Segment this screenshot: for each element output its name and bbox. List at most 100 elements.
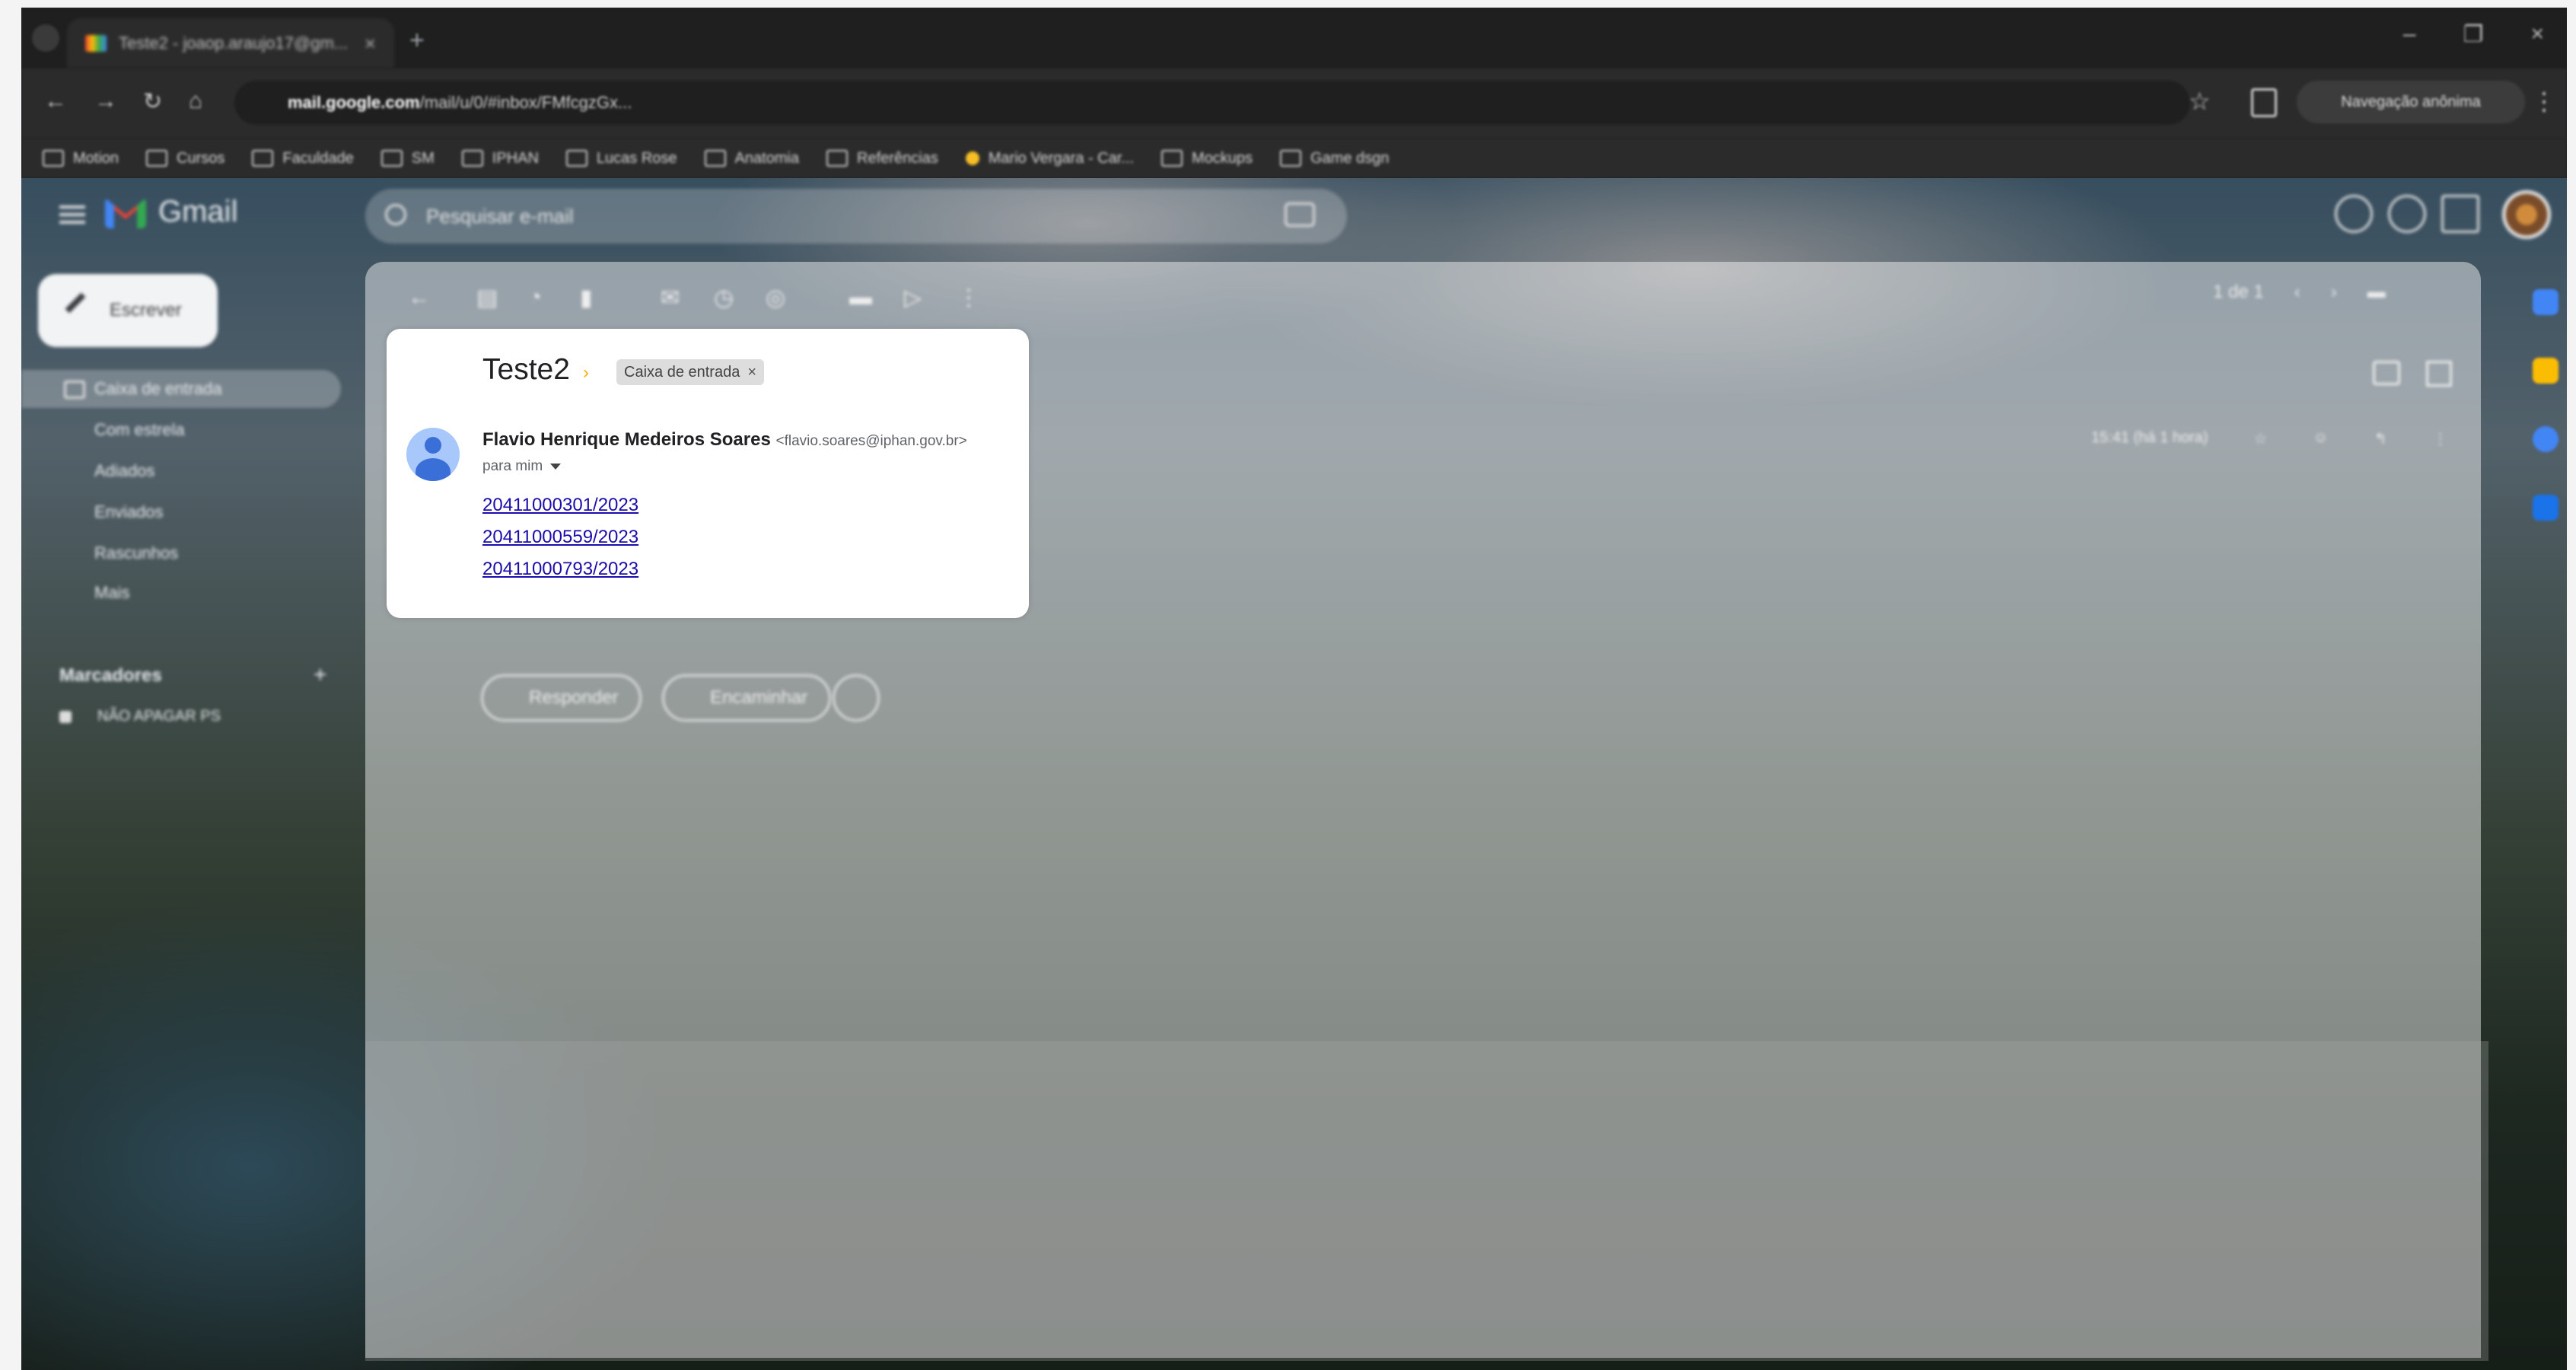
email-link[interactable]: 20411000793/2023 [482,559,638,580]
remove-label-icon[interactable]: × [747,359,756,385]
settings-gear-icon[interactable] [2388,195,2426,233]
search-icon[interactable] [385,204,406,225]
reload-icon[interactable]: ↻ [143,88,162,115]
main-menu-icon[interactable] [59,206,85,224]
search-options-icon[interactable] [1285,202,1315,227]
label-icon[interactable]: ▷ [904,285,922,311]
browser-tab[interactable]: Teste2 - joaop.araujo17@gm... × [67,18,394,68]
bookmark-item[interactable]: Mockups [1161,150,1253,167]
bookmark-item[interactable]: Anatomia [704,150,799,167]
message-more-icon[interactable]: ⋮ [2433,429,2448,448]
back-to-inbox-icon[interactable]: ← [408,285,431,311]
bookmark-label: Mockups [1191,149,1253,167]
new-tab-button[interactable]: + [409,26,425,56]
reply-icon[interactable]: ↰ [2374,429,2387,448]
bookmark-item[interactable]: Faculdade [252,149,354,167]
bookmark-item[interactable]: Lucas Rose [565,149,677,167]
report-spam-icon[interactable]: ◔ [528,285,542,311]
forward-button[interactable]: Encaminhar [662,674,832,722]
move-to-icon[interactable]: ▬ [849,285,872,311]
window-controls: – ❐ × [2403,21,2544,48]
address-path: /mail/u/0/#inbox/FMfcgzGx... [419,93,632,112]
nav-more[interactable]: Mais [21,574,341,612]
folder-icon [565,150,587,167]
delete-icon[interactable]: ▮ [580,285,593,311]
home-icon[interactable]: ⌂ [189,88,202,114]
apps-grid-icon[interactable] [2441,195,2479,233]
open-new-window-icon[interactable] [2426,361,2452,387]
message-panel-lower [365,1041,2488,1361]
close-window-icon[interactable]: × [2530,21,2544,48]
bookmarks-bar: Motion Cursos Faculdade SM IPHAN Lucas R… [21,139,2567,178]
more-options-icon[interactable]: ⋮ [957,285,980,311]
search-input[interactable]: Pesquisar e-mail [365,189,1347,244]
calendar-icon[interactable] [2533,289,2558,315]
tasks-icon[interactable] [2533,426,2558,452]
archive-icon[interactable]: ▤ [476,285,498,311]
bookmark-label: Lucas Rose [596,149,677,167]
label-tag-icon [59,710,72,723]
inbox-icon [64,381,85,399]
keep-icon[interactable] [2533,358,2558,384]
label-item[interactable]: NÃO APAGAR PS [59,708,221,725]
folder-icon [1279,150,1301,167]
compose-button[interactable]: Escrever [38,274,218,347]
tab-title: Teste2 - joaop.araujo17@gm... [119,33,349,53]
bookmark-item[interactable]: Mario Vergara - Car... [965,150,1134,167]
contacts-icon[interactable] [2533,495,2558,521]
gmail-favicon-icon [85,35,107,52]
mark-unread-icon[interactable]: ✉ [661,285,680,311]
close-tab-icon[interactable]: × [365,32,376,56]
minimize-icon[interactable]: – [2403,21,2416,48]
bookmark-item[interactable]: Game dsgn [1279,150,1389,167]
account-avatar[interactable] [2502,190,2551,239]
next-icon[interactable]: › [2331,282,2337,303]
star-icon[interactable]: ☆ [2253,429,2267,448]
snooze-icon[interactable]: ◷ [714,285,734,311]
emoji-icon[interactable]: ☺ [2313,429,2328,448]
prev-icon[interactable]: ‹ [2294,282,2301,303]
maximize-icon[interactable]: ❐ [2463,21,2484,48]
bookmark-item[interactable]: Referências [826,150,938,167]
nav-sent[interactable]: Enviados [21,493,341,531]
bookmark-item[interactable]: Motion [43,150,119,167]
forward-icon[interactable]: → [94,88,117,114]
bookmark-label: Faculdade [282,149,354,167]
bookmark-star-icon[interactable]: ☆ [2189,87,2211,116]
sender-avatar[interactable] [406,428,460,481]
sender-name[interactable]: Flavio Henrique Medeiros Soares [482,429,771,450]
incognito-profile-button[interactable]: Navegação anônima [2297,81,2525,123]
nav-snoozed[interactable]: Adiados [21,452,341,490]
show-details-icon[interactable] [550,463,562,470]
gmail-wordmark[interactable]: Gmail [158,195,237,229]
recipient-line[interactable]: para mim [482,458,562,475]
pager-count: 1 de 1 [2213,282,2264,302]
bookmark-label: Motion [73,149,119,167]
tab-search-button[interactable] [32,24,59,52]
bookmark-item[interactable]: SM [381,150,435,167]
folder-icon [252,150,274,167]
add-label-icon[interactable]: + [314,662,327,688]
importance-marker-icon[interactable]: › [583,362,589,384]
emoji-reaction-button[interactable] [833,674,880,722]
help-icon[interactable] [2335,195,2373,233]
bookmark-item[interactable]: IPHAN [461,150,539,167]
back-icon[interactable]: ← [44,88,67,114]
reply-button[interactable]: Responder [481,674,642,722]
gmail-logo-icon[interactable] [105,198,146,228]
bookmark-item[interactable]: Cursos [146,150,224,167]
add-to-tasks-icon[interactable]: ◎ [766,285,785,311]
sender-line: Flavio Henrique Medeiros Soares <flavio.… [482,429,967,451]
nav-drafts[interactable]: Rascunhos [21,534,341,572]
side-panel-icon[interactable] [2251,88,2277,117]
labels-header: Marcadores [59,665,162,686]
recipient-text: para mim [482,458,543,474]
address-bar[interactable]: mail.google.com/mail/u/0/#inbox/FMfcgzGx… [234,81,2190,125]
email-card: Teste2 › Caixa de entrada × Flavio Henri… [387,329,1029,618]
email-link[interactable]: 20411000301/2023 [482,495,638,516]
input-tools-icon[interactable]: ▬ [2367,282,2386,303]
email-link[interactable]: 20411000559/2023 [482,527,638,548]
browser-menu-icon[interactable]: ⋮ [2532,87,2556,116]
print-icon[interactable] [2373,361,2400,385]
nav-starred[interactable]: Com estrela [21,411,341,449]
